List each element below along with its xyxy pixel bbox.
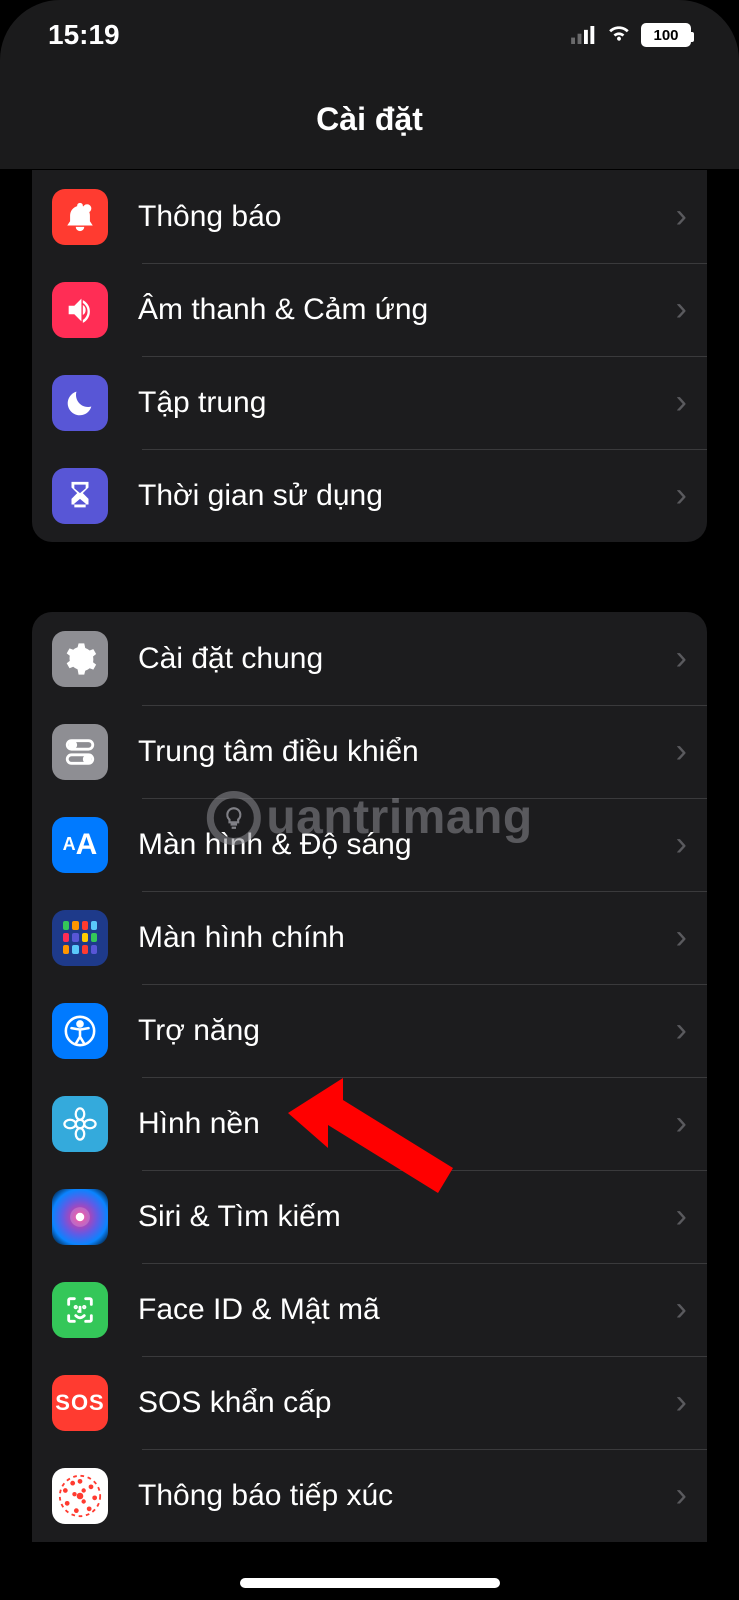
chevron-right-icon: › <box>676 197 687 236</box>
settings-row-sos[interactable]: SOS SOS khẩn cấp › <box>32 1356 707 1449</box>
row-label: Âm thanh & Cảm ứng <box>138 293 666 327</box>
settings-row-accessibility[interactable]: Trợ năng › <box>32 984 707 1077</box>
page-title-label: Cài đặt <box>316 101 423 138</box>
faceid-icon <box>52 1282 108 1338</box>
settings-group-2: Cài đặt chung › Trung tâm điều khiển › A… <box>32 612 707 1542</box>
bell-icon <box>52 189 108 245</box>
row-label: Màn hình chính <box>138 921 666 955</box>
chevron-right-icon: › <box>676 639 687 678</box>
settings-row-wallpaper[interactable]: Hình nền › <box>32 1077 707 1170</box>
row-label: SOS khẩn cấp <box>138 1386 666 1420</box>
chevron-right-icon: › <box>676 918 687 957</box>
chevron-right-icon: › <box>676 476 687 515</box>
chevron-right-icon: › <box>676 1476 687 1515</box>
chevron-right-icon: › <box>676 732 687 771</box>
chevron-right-icon: › <box>676 383 687 422</box>
sos-icon: SOS <box>52 1375 108 1431</box>
moon-icon <box>52 375 108 431</box>
row-label: Thông báo tiếp xúc <box>138 1479 666 1513</box>
settings-row-faceid[interactable]: Face ID & Mật mã › <box>32 1263 707 1356</box>
row-label: Màn hình & Độ sáng <box>138 828 666 862</box>
row-label: Hình nền <box>138 1107 666 1141</box>
settings-row-notifications[interactable]: Thông báo › <box>32 170 707 263</box>
row-label: Thông báo <box>138 200 666 234</box>
flower-icon <box>52 1096 108 1152</box>
phone-screen: 15:19 100 Cài đặt Thông báo › <box>0 0 739 1600</box>
row-label: Trung tâm điều khiển <box>138 735 666 769</box>
settings-row-siri[interactable]: Siri & Tìm kiếm › <box>32 1170 707 1263</box>
toggles-icon <box>52 724 108 780</box>
chevron-right-icon: › <box>676 1383 687 1422</box>
siri-icon <box>52 1189 108 1245</box>
settings-scroll[interactable]: Thông báo › Âm thanh & Cảm ứng › Tập tru… <box>0 170 739 1600</box>
wifi-icon <box>605 18 633 53</box>
chevron-right-icon: › <box>676 1290 687 1329</box>
row-label: Thời gian sử dụng <box>138 479 666 513</box>
settings-row-general[interactable]: Cài đặt chung › <box>32 612 707 705</box>
settings-row-focus[interactable]: Tập trung › <box>32 356 707 449</box>
settings-row-exposure[interactable]: Thông báo tiếp xúc › <box>32 1449 707 1542</box>
cellular-icon <box>571 19 597 51</box>
row-label: Face ID & Mật mã <box>138 1293 666 1327</box>
exposure-icon <box>52 1468 108 1524</box>
status-time: 15:19 <box>48 19 120 51</box>
row-label: Siri & Tìm kiếm <box>138 1200 666 1234</box>
row-label: Trợ năng <box>138 1014 666 1048</box>
battery-icon: 100 <box>641 23 691 47</box>
home-indicator[interactable] <box>240 1578 500 1588</box>
status-right: 100 <box>571 18 691 53</box>
chevron-right-icon: › <box>676 1104 687 1143</box>
settings-row-display[interactable]: AA Màn hình & Độ sáng › <box>32 798 707 891</box>
status-bar: 15:19 100 <box>0 0 739 70</box>
row-label: Tập trung <box>138 386 666 420</box>
settings-row-screentime[interactable]: Thời gian sử dụng › <box>32 449 707 542</box>
settings-row-homescreen[interactable]: Màn hình chính › <box>32 891 707 984</box>
text-size-icon: AA <box>52 817 108 873</box>
chevron-right-icon: › <box>676 1011 687 1050</box>
row-label: Cài đặt chung <box>138 642 666 676</box>
gear-icon <box>52 631 108 687</box>
speaker-icon <box>52 282 108 338</box>
settings-group-1: Thông báo › Âm thanh & Cảm ứng › Tập tru… <box>32 170 707 542</box>
page-title: Cài đặt <box>0 70 739 170</box>
accessibility-icon <box>52 1003 108 1059</box>
home-grid-icon <box>52 910 108 966</box>
chevron-right-icon: › <box>676 290 687 329</box>
hourglass-icon <box>52 468 108 524</box>
settings-row-sounds[interactable]: Âm thanh & Cảm ứng › <box>32 263 707 356</box>
chevron-right-icon: › <box>676 825 687 864</box>
settings-row-controlcenter[interactable]: Trung tâm điều khiển › <box>32 705 707 798</box>
chevron-right-icon: › <box>676 1197 687 1236</box>
